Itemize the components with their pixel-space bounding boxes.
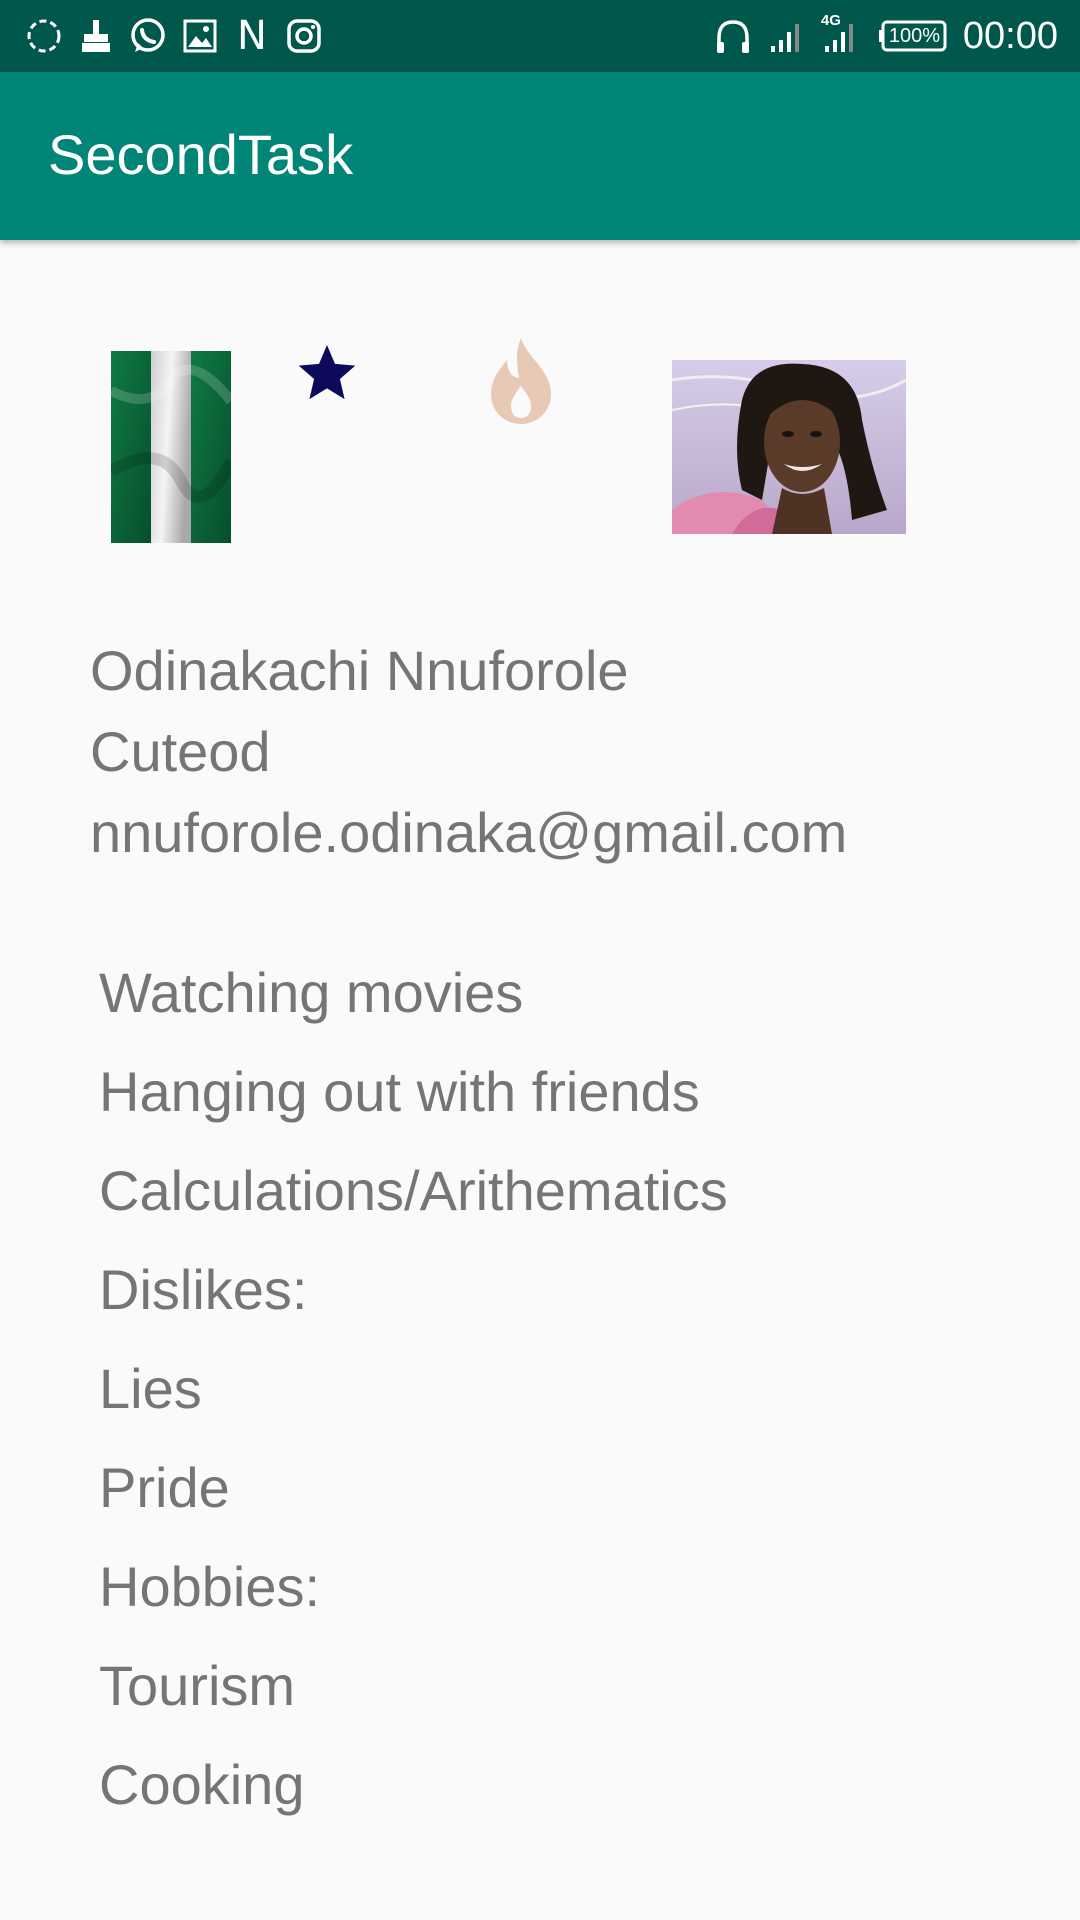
cleaner-icon xyxy=(74,14,118,58)
interests-list: Watching movies Hanging out with friends… xyxy=(99,952,728,1843)
list-item: Tourism xyxy=(99,1654,296,1717)
profile-nickname: Cuteod xyxy=(90,720,271,783)
nigeria-flag-image xyxy=(111,351,231,543)
app-title: SecondTask xyxy=(48,123,354,186)
list-item: Hanging out with friends xyxy=(99,1060,700,1123)
signal-4g-icon: 4G xyxy=(821,12,865,58)
status-bar: N 4G 100% 00:00 xyxy=(0,0,1080,72)
list-item: Calculations/Arithematics xyxy=(99,1159,728,1222)
profile-name: Odinakachi Nnuforole xyxy=(90,639,629,702)
flame-icon xyxy=(485,336,557,426)
instagram-icon xyxy=(282,14,326,58)
list-item: Watching movies xyxy=(99,961,524,1024)
profile-email: nnuforole.odinaka@gmail.com xyxy=(90,801,848,864)
list-item: Hobbies: xyxy=(99,1555,321,1618)
headphones-icon xyxy=(713,14,753,58)
flame-shape xyxy=(491,338,551,424)
app-bar: SecondTask xyxy=(0,72,1080,240)
sync-icon xyxy=(22,14,66,58)
list-item: Dislikes: xyxy=(99,1258,308,1321)
list-item: Cooking xyxy=(99,1753,305,1816)
list-item: Lies xyxy=(99,1357,202,1420)
battery-icon: 100% xyxy=(878,14,949,58)
system-icons: 4G 100% 00:00 xyxy=(699,12,1058,60)
clock: 00:00 xyxy=(962,14,1058,57)
star-icon xyxy=(294,340,360,406)
notification-icons: N xyxy=(22,12,334,60)
list-item: Pride xyxy=(99,1456,230,1519)
star-shape xyxy=(298,344,356,400)
n-icon: N xyxy=(237,13,267,59)
signal-icon xyxy=(767,14,807,58)
whatsapp-icon xyxy=(126,14,170,58)
gallery-icon xyxy=(178,14,222,58)
profile-photo xyxy=(672,360,906,534)
profile-info: Odinakachi Nnuforole Cuteod nnuforole.od… xyxy=(90,630,847,873)
